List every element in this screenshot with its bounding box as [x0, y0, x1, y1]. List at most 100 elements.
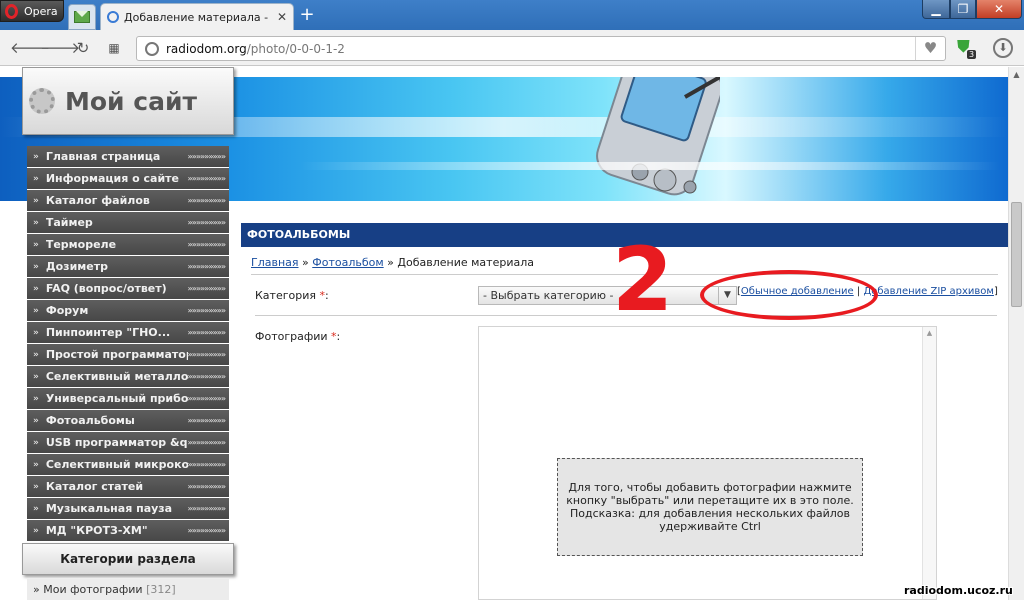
sidebar-item-label: МД "КРОТЗ-ХМ" — [45, 524, 148, 537]
arrows-icon: »»»»»»»»» — [187, 482, 226, 491]
sidebar-item-music-pause[interactable]: » Музыкальная пауза »»»»»»»»» — [27, 498, 229, 520]
sidebar-item-about[interactable]: » Информация о сайте »»»»»»»»» — [27, 168, 229, 190]
window-close-button[interactable]: ✕ — [976, 0, 1022, 19]
arrows-icon: »»»»»»»»» — [187, 262, 226, 271]
sidebar-item-photoalbums[interactable]: » Фотоальбомы »»»»»»»»» — [27, 410, 229, 432]
breadcrumb: Главная » Фотоальбом » Добавление матери… — [251, 256, 534, 269]
bullet-icon: » — [33, 525, 39, 536]
zip-upload-link[interactable]: Добавление ZIP архивом — [863, 286, 994, 297]
annotation-step-number: 2 — [612, 228, 674, 331]
arrows-icon: »»»»»»»»» — [187, 196, 226, 205]
sidebar-item-md-krotz[interactable]: » МД "КРОТЗ-ХМ" »»»»»»»»» — [27, 520, 229, 542]
sidebar-item-usb-programmer[interactable]: » USB программатор &qu...»»»»»»»»» — [27, 432, 229, 454]
opera-menu-label: Opera — [24, 4, 58, 18]
scrollbar-thumb[interactable] — [1011, 202, 1022, 307]
mail-icon — [74, 11, 90, 23]
browser-toolbar: 🡐 🡒 ↻ ▦ radiodom.org /photo/0-0-0-1-2 ♥ — [0, 30, 1024, 66]
new-tab-button[interactable]: + — [298, 5, 316, 25]
sidebar-item-timer[interactable]: » Таймер »»»»»»»»» — [27, 212, 229, 234]
breadcrumb-home-link[interactable]: Главная — [251, 256, 299, 269]
bullet-icon: » — [33, 437, 39, 448]
site-logo[interactable]: Мой сайт — [22, 67, 234, 135]
bullet-icon: » — [33, 503, 39, 514]
bullet-icon: » — [33, 173, 39, 184]
bullet-icon: » — [33, 239, 39, 250]
sidebar-item-label: Каталог статей — [45, 480, 144, 493]
sidebar-item-pinpointer[interactable]: » Пинпоинтер "ГНО... »»»»»»»»» — [27, 322, 229, 344]
arrows-icon: »»»»»»»»» — [187, 394, 226, 403]
sidebar-item-label: Селективный микроком... — [45, 458, 188, 471]
categories-heading: Категории раздела — [22, 543, 234, 575]
bullet-icon: » — [33, 305, 39, 316]
url-path: /photo/0-0-0-1-2 — [246, 41, 345, 56]
bullet-icon: » — [33, 393, 39, 404]
tab-active[interactable]: Добавление материала - Ф ✕ — [100, 3, 294, 30]
arrows-icon: »»»»»»»»» — [187, 152, 226, 161]
sidebar-item-dosimeter[interactable]: » Дозиметр »»»»»»»»» — [27, 256, 229, 278]
scroll-up-icon[interactable]: ▲ — [1009, 67, 1024, 83]
sidebar-item-universal-device[interactable]: » Универсальный прибор,,,»»»»»»»»» — [27, 388, 229, 410]
sidebar-item-label: Информация о сайте — [45, 172, 180, 185]
site-favicon-icon — [107, 11, 119, 23]
opera-menu-button[interactable]: Opera — [0, 0, 64, 22]
address-bar[interactable]: radiodom.org /photo/0-0-0-1-2 ♥ — [136, 36, 946, 61]
category-item-my-photos[interactable]: » Мои фотографии [312] — [27, 579, 229, 600]
sidebar-item-label: Пинпоинтер "ГНО... — [45, 326, 171, 339]
scroll-up-icon[interactable]: ▲ — [923, 327, 936, 339]
sidebar-item-label: Главная страница — [45, 150, 161, 163]
window-maximize-button[interactable]: ❐ — [950, 0, 976, 19]
bullet-icon: » — [33, 583, 44, 596]
sidebar-item-label: Универсальный прибор,,, — [45, 392, 188, 405]
back-arrow-icon[interactable]: 🡐 — [10, 39, 50, 57]
sidebar-menu: » Главная страница»»»»»»»»» » Информация о… — [27, 146, 229, 542]
sidebar-item-programmer[interactable]: » Простой программатор...»»»»»»»»» — [27, 344, 229, 366]
sidebar-item-label: Термореле — [45, 238, 117, 251]
sidebar-item-label: Каталог файлов — [45, 194, 150, 207]
bookmark-heart-icon[interactable]: ♥ — [915, 37, 945, 60]
sidebar-item-metal-detector[interactable]: » Селективный металло...»»»»»»»»» — [27, 366, 229, 388]
bullet-icon: » — [33, 283, 39, 294]
bullet-icon: » — [33, 151, 39, 162]
reload-icon[interactable]: ↻ — [73, 39, 93, 57]
photos-label-text: Фотографии — [255, 330, 328, 343]
tab-mail[interactable] — [68, 4, 96, 30]
sidebar-item-label: Таймер — [45, 216, 93, 229]
forward-arrow-icon[interactable]: 🡒 — [40, 39, 80, 57]
sidebar-item-selective-micro[interactable]: » Селективный микроком...»»»»»»»»» — [27, 454, 229, 476]
category-count: [312] — [146, 583, 176, 596]
sidebar-item-articles[interactable]: » Каталог статей »»»»»»»»» — [27, 476, 229, 498]
dropzone-scrollbar[interactable]: ▲ — [922, 327, 936, 599]
arrows-icon: »»»»»»»»» — [187, 306, 226, 315]
photo-dropzone[interactable]: ▲ Для того, чтобы добавить фотографии на… — [478, 326, 937, 600]
arrows-icon: »»»»»»»»» — [187, 526, 226, 535]
page-scrollbar[interactable]: ▲ — [1008, 67, 1024, 600]
download-icon[interactable]: ⬇ — [993, 38, 1013, 58]
sidebar-item-home[interactable]: » Главная страница »»»»»»»»» — [27, 146, 229, 168]
required-mark: * — [331, 330, 337, 343]
bullet-icon: » — [33, 459, 39, 470]
bullet-icon: » — [33, 195, 39, 206]
sidebar-item-label: Музыкальная пауза — [45, 502, 173, 515]
dropzone-hint[interactable]: Для того, чтобы добавить фотографии нажм… — [557, 458, 863, 556]
speed-dial-grid-icon[interactable]: ▦ — [104, 39, 124, 57]
arrows-icon: »»»»»»»»» — [187, 372, 226, 381]
gear-icon — [29, 88, 55, 114]
tab-close-icon[interactable]: ✕ — [277, 10, 287, 24]
category-select[interactable]: - Выбрать категорию - ▼ — [478, 286, 737, 305]
window-minimize-button[interactable]: ▁ — [922, 0, 950, 19]
arrows-icon: »»»»»»»»» — [187, 350, 226, 359]
sidebar-item-label: Форум — [45, 304, 89, 317]
sidebar-item-faq[interactable]: » FAQ (вопрос/ответ) »»»»»»»»» — [27, 278, 229, 300]
sidebar-item-thermostat[interactable]: » Термореле »»»»»»»»» — [27, 234, 229, 256]
bullet-icon: » — [33, 415, 39, 426]
sidebar-item-forum[interactable]: » Форум »»»»»»»»» — [27, 300, 229, 322]
arrows-icon: »»»»»»»»» — [187, 416, 226, 425]
category-select-value: - Выбрать категорию - — [483, 289, 614, 302]
sidebar-item-files[interactable]: » Каталог файлов »»»»»»»»» — [27, 190, 229, 212]
category-label: Мои фотографии — [43, 583, 143, 596]
sidebar-item-label: FAQ (вопрос/ответ) — [45, 282, 167, 295]
url-host: radiodom.org — [166, 41, 247, 56]
breadcrumb-albums-link[interactable]: Фотоальбом — [312, 256, 383, 269]
arrows-icon: »»»»»»»»» — [187, 218, 226, 227]
arrows-icon: »»»»»»»»» — [187, 328, 226, 337]
